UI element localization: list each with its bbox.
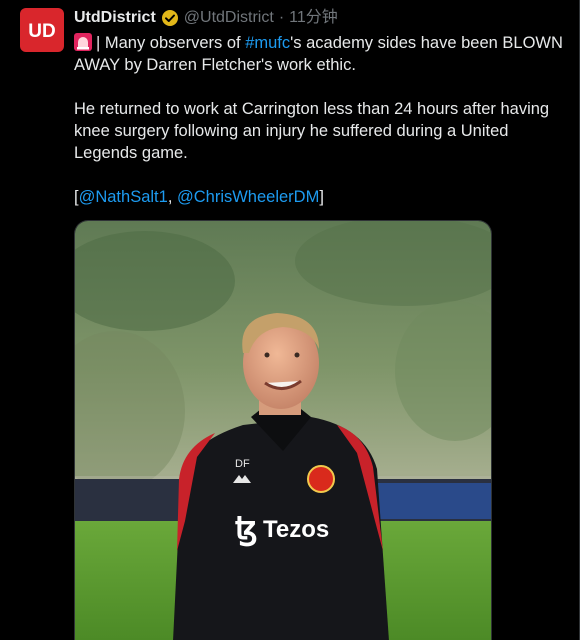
svg-text:ꜩ: ꜩ	[235, 510, 258, 547]
jacket-initials: DF	[235, 458, 250, 470]
sponsor-logo: ꜩ Tezos	[235, 510, 329, 547]
display-name[interactable]: UtdDistrict	[74, 8, 156, 28]
verified-badge-icon	[161, 9, 179, 27]
svg-text:UD: UD	[28, 21, 55, 42]
tweet-paragraph-1: | Many observers of #mufc's academy side…	[74, 32, 574, 76]
comma: ,	[167, 188, 177, 206]
tweet-text-intro: | Many observers of	[96, 34, 246, 52]
tweet-card[interactable]: UD UtdDistrict @UtdDistrict · 11分钟 | Man…	[0, 0, 580, 640]
user-handle[interactable]: @UtdDistrict	[184, 8, 274, 28]
tweet-paragraph-2: He returned to work at Carrington less t…	[74, 100, 550, 162]
tweet-text: | Many observers of #mufc's academy side…	[74, 32, 574, 230]
tweet-header: UtdDistrict @UtdDistrict · 11分钟	[74, 8, 338, 28]
sponsor-text: Tezos	[263, 516, 329, 543]
hashtag-link[interactable]: #mufc	[245, 34, 290, 52]
mention-link-2[interactable]: @ChrisWheelerDM	[177, 188, 319, 206]
separator-dot: ·	[278, 9, 285, 26]
tweet-paragraph-3: [@NathSalt1, @ChrisWheelerDM]	[74, 186, 574, 208]
utddistrict-logo-icon: UD	[28, 21, 55, 42]
photo-content: DF ꜩ Tezos	[75, 221, 491, 640]
mention-link-1[interactable]: @NathSalt1	[79, 188, 168, 206]
club-crest-icon	[307, 465, 335, 493]
avatar[interactable]: UD	[20, 8, 64, 52]
tweet-photo[interactable]: DF ꜩ Tezos	[74, 220, 492, 640]
siren-icon	[74, 33, 92, 51]
timestamp[interactable]: 11分钟	[289, 8, 338, 28]
bracket-close: ]	[319, 188, 324, 206]
